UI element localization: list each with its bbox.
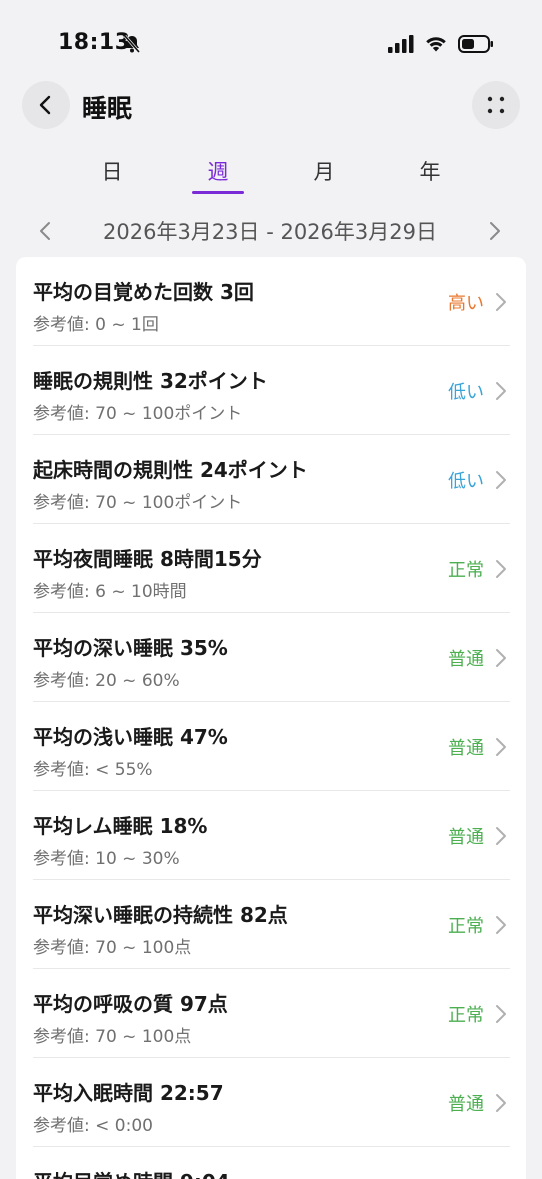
list-item[interactable]: 平均の呼吸の質 97点参考値: 70 ~ 100点 正常 [16,969,526,1058]
status-bar: 18:13 [0,0,542,86]
chevron-right-icon [496,738,506,756]
previous-week-button[interactable] [34,219,58,243]
list-item[interactable]: 平均目覚め時間 9:04 [16,1147,526,1179]
list-item[interactable]: 平均レム睡眠 18% 参考値: 10 ~ 30% 普通 [16,791,526,880]
tab-year[interactable]: 年 [400,156,460,196]
more-dots-icon [487,96,505,114]
status-badge: 普通 [448,1094,484,1115]
metric-reference: 参考値: 6 ~ 10時間 [33,582,187,602]
date-range: 2026年3月23日 - 2026年3月29日 [103,220,437,244]
list-item[interactable]: 平均の目覚めた回数 3回参考値: 0 ~ 1回 高い [16,257,526,346]
metric-reference: 参考値: 10 ~ 30% [33,849,180,869]
metric-title: 平均夜間睡眠 8時間15分 [33,547,262,571]
chevron-right-icon [496,916,506,934]
metric-title: 起床時間の規則性 24ポイント [33,458,308,482]
next-week-button[interactable] [482,219,506,243]
wifi-icon [426,37,446,52]
metric-title: 平均深い睡眠の持続性 82点 [33,903,288,927]
metric-title: 平均の深い睡眠 35% [33,636,228,660]
tab-day[interactable]: 日 [82,156,142,196]
status-badge: 正常 [448,1005,484,1026]
status-badge: 低い [448,382,484,403]
tab-week[interactable]: 週 [188,156,248,196]
status-time: 18:13 [58,30,131,55]
list-item[interactable]: 平均入眠時間 22:57 参考値: < 0:00 普通 [16,1058,526,1147]
metric-title: 平均の目覚めた回数 3回 [33,280,254,304]
status-badge: 高い [448,293,484,314]
top-area: 18:13 睡眠 日 週 月 年 2026年3月23日 - 2026年3月29日 [0,0,542,257]
metric-title: 平均目覚め時間 9:04 [33,1166,230,1179]
metric-reference: 参考値: 70 ~ 100ポイント [33,493,243,513]
metric-reference: 参考値: 20 ~ 60% [33,671,180,691]
metric-reference: 参考値: 70 ~ 100ポイント [33,404,243,424]
metric-reference: 参考値: < 55% [33,760,153,780]
list-item[interactable]: 平均の浅い睡眠 47% 参考値: < 55% 普通 [16,702,526,791]
list-item[interactable]: 起床時間の規則性 24ポイント参考値: 70 ~ 100ポイント 低い [16,435,526,524]
chevron-right-icon [496,649,506,667]
metric-reference: 参考値: 70 ~ 100点 [33,1027,192,1047]
metric-reference: 参考値: 0 ~ 1回 [33,315,159,335]
chevron-right-icon [496,1094,506,1112]
status-badge: 低い [448,471,484,492]
period-tabs: 日 週 月 年 [0,156,542,196]
page-title: 睡眠 [82,94,133,123]
metric-title: 平均の呼吸の質 97点 [33,992,228,1016]
more-button[interactable] [472,81,520,129]
back-button[interactable] [22,81,70,129]
chevron-right-icon [496,471,506,489]
chevron-right-icon [496,293,506,311]
list-item[interactable]: 平均夜間睡眠 8時間15分参考値: 6 ~ 10時間 正常 [16,524,526,613]
metric-title: 平均入眠時間 22:57 [33,1081,224,1105]
battery-icon [458,35,493,53]
status-badge: 正常 [448,916,484,937]
metric-title: 睡眠の規則性 32ポイント [33,369,268,393]
list-item[interactable]: 睡眠の規則性 32ポイント参考値: 70 ~ 100ポイント 低い [16,346,526,435]
signal-icon [388,35,414,53]
tab-month[interactable]: 月 [294,156,354,196]
metric-reference: 参考値: 70 ~ 100点 [33,938,192,958]
list-item[interactable]: 平均深い睡眠の持続性 82点参考値: 70 ~ 100点 正常 [16,880,526,969]
status-badge: 普通 [448,649,484,670]
bell-off-icon [123,35,141,53]
status-badge: 正常 [448,560,484,581]
chevron-right-icon [496,382,506,400]
metrics-card: 平均の目覚めた回数 3回 参考値: 0 ~ 1回 高い 睡眠の規則性 32ポイント 参考… [16,257,526,1179]
chevron-left-icon [39,95,51,115]
chevron-right-icon [496,560,506,578]
metric-reference: 参考値: < 0:00 [33,1116,153,1136]
list-item[interactable]: 平均の深い睡眠 35% 参考値: 20 ~ 60% 普通 [16,613,526,702]
metric-title: 平均の浅い睡眠 47% [33,725,228,749]
chevron-right-icon [496,827,506,845]
tab-underline [192,191,244,194]
metric-title: 平均レム睡眠 18% [33,814,208,838]
status-badge: 普通 [448,827,484,848]
status-badge: 普通 [448,738,484,759]
chevron-right-icon [496,1005,506,1023]
